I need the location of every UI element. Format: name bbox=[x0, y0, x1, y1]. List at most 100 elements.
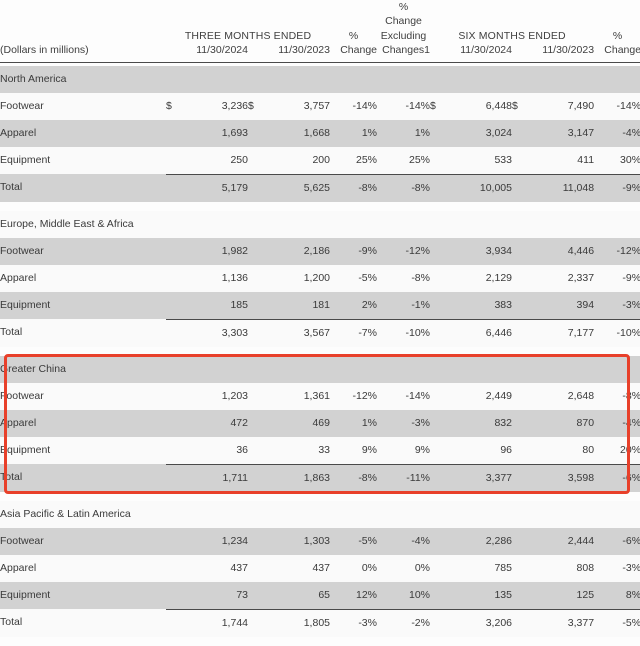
value-s-prior: 3,377 bbox=[534, 608, 595, 637]
pct-change-q: -14% bbox=[330, 92, 377, 120]
currency-symbol-s-current bbox=[430, 146, 452, 175]
currency-symbol-q-current bbox=[166, 554, 188, 582]
section-gap-cell bbox=[0, 201, 640, 211]
currency-symbol-s-prior bbox=[512, 608, 534, 637]
value-q-current: 36 bbox=[188, 436, 248, 465]
currency-symbol-s-prior bbox=[512, 581, 534, 610]
section-name: Greater China bbox=[0, 355, 640, 383]
value-q-prior: 65 bbox=[270, 581, 330, 610]
value-q-prior: 181 bbox=[270, 291, 330, 320]
product-label: Apparel bbox=[0, 264, 166, 292]
pct-change-q: 9% bbox=[330, 436, 377, 465]
value-s-prior: 808 bbox=[534, 554, 595, 582]
currency-symbol-q-current bbox=[166, 581, 188, 610]
section-gap-cell bbox=[0, 491, 640, 501]
currency-symbol-q-prior bbox=[248, 581, 270, 610]
header-pct-change-s-label: Change bbox=[594, 43, 640, 63]
hdr-s-pct-l1: % bbox=[612, 29, 623, 42]
value-s-current: 3,934 bbox=[452, 237, 512, 265]
pct-change-cc-q: -2% bbox=[377, 608, 430, 637]
pct-change-cc-q: 9% bbox=[377, 436, 430, 465]
currency-symbol-s-prior bbox=[512, 237, 534, 265]
product-label: Footwear bbox=[0, 237, 166, 265]
pct-change-s: -12% bbox=[594, 237, 640, 265]
value-q-prior: 33 bbox=[270, 436, 330, 465]
currency-symbol-s-prior bbox=[512, 173, 534, 202]
product-label: Apparel bbox=[0, 554, 166, 582]
currency-symbol-q-prior: $ bbox=[248, 92, 270, 120]
table-row: Footwear1,2341,303-5%-4%2,2862,444-6%-3% bbox=[0, 527, 640, 555]
pct-change-cc-q: -1% bbox=[377, 291, 430, 320]
section-header-row: Europe, Middle East & Africa bbox=[0, 210, 640, 238]
section-total-row: Total1,7441,805-3%-2%3,2063,377-5%-2% bbox=[0, 608, 640, 637]
currency-symbol-q-prior bbox=[248, 382, 270, 410]
units-note: (Dollars in millions) bbox=[0, 43, 166, 63]
pct-change-q: -8% bbox=[330, 173, 377, 202]
pct-change-cc-q: -8% bbox=[377, 264, 430, 292]
currency-symbol-s-prior bbox=[512, 409, 534, 437]
header-date-q-prior: 11/30/2023 bbox=[270, 43, 330, 63]
revenue-by-geography-table: THREE MONTHS ENDED % % Change Excluding … bbox=[0, 0, 640, 646]
section-gap-cell bbox=[0, 346, 640, 356]
currency-symbol-s-prior: $ bbox=[512, 92, 534, 120]
product-label: Footwear bbox=[0, 92, 166, 120]
pct-change-s: -10% bbox=[594, 318, 640, 347]
section-header-row: Asia Pacific & Latin America bbox=[0, 500, 640, 528]
currency-symbol-s-current bbox=[430, 527, 452, 555]
header-spacer-cur-q2 bbox=[248, 43, 270, 63]
hdr-q-pct-l1: % bbox=[348, 29, 359, 42]
table-row: Footwear $3,236 $3,757 -14% -14% $6,448 $7,490… bbox=[0, 92, 640, 120]
section-name: Asia Pacific & Latin America bbox=[0, 500, 640, 528]
value-s-current: 3,024 bbox=[452, 119, 512, 147]
table-row: Equipment36339%9%968020%21% bbox=[0, 436, 640, 465]
value-q-prior: 1,200 bbox=[270, 264, 330, 292]
pct-change-s: -3% bbox=[594, 554, 640, 582]
pct-change-cc-q: 25% bbox=[377, 146, 430, 175]
currency-symbol-s-current: $ bbox=[430, 92, 452, 120]
value-s-prior: 2,444 bbox=[534, 527, 595, 555]
table-row: Footwear1,2031,361-12%-14%2,4492,648-8%-… bbox=[0, 382, 640, 410]
value-s-current: 6,446 bbox=[452, 318, 512, 347]
pct-change-q: 1% bbox=[330, 409, 377, 437]
currency-symbol-q-current bbox=[166, 291, 188, 320]
value-s-current: 2,129 bbox=[452, 264, 512, 292]
currency-symbol-q-current bbox=[166, 409, 188, 437]
currency-symbol-q-prior bbox=[248, 173, 270, 202]
value-q-current: 185 bbox=[188, 291, 248, 320]
currency-symbol-q-current bbox=[166, 608, 188, 637]
currency-symbol-q-prior bbox=[248, 436, 270, 465]
value-q-prior: 1,863 bbox=[270, 463, 330, 492]
value-s-current: 2,449 bbox=[452, 382, 512, 410]
currency-symbol-s-current bbox=[430, 608, 452, 637]
pct-change-q: -8% bbox=[330, 463, 377, 492]
column-group-six-months: SIX MONTHS ENDED bbox=[430, 0, 595, 44]
currency-symbol-q-current: $ bbox=[166, 92, 188, 120]
section-gap bbox=[0, 201, 640, 211]
section-name: Europe, Middle East & Africa bbox=[0, 210, 640, 238]
pct-change-cc-q: -14% bbox=[377, 92, 430, 120]
currency-symbol-q-prior bbox=[248, 409, 270, 437]
header-pct-cc-q-label: Changes1 bbox=[377, 43, 430, 63]
value-s-prior: 11,048 bbox=[534, 173, 595, 202]
pct-change-cc-q: 10% bbox=[377, 581, 430, 610]
table-header: THREE MONTHS ENDED % % Change Excluding … bbox=[0, 0, 640, 66]
pct-change-s: -6% bbox=[594, 463, 640, 492]
currency-symbol-s-current bbox=[430, 119, 452, 147]
currency-symbol-q-current bbox=[166, 237, 188, 265]
table-body: North America Footwear $3,236 $3,757 -14% -14… bbox=[0, 65, 640, 646]
hdr-q-cc-l2: Change bbox=[385, 15, 422, 28]
section-header-row: North America bbox=[0, 65, 640, 93]
value-q-prior: 1,303 bbox=[270, 527, 330, 555]
pct-change-q: 0% bbox=[330, 554, 377, 582]
product-label: Equipment bbox=[0, 581, 166, 610]
total-label: Total bbox=[0, 319, 166, 347]
currency-symbol-s-current bbox=[430, 318, 452, 347]
value-q-prior: 3,567 bbox=[270, 318, 330, 347]
value-s-current: 3,377 bbox=[452, 463, 512, 492]
value-s-prior: 870 bbox=[534, 409, 595, 437]
value-s-prior: 3,147 bbox=[534, 119, 595, 147]
pct-change-cc-q: -8% bbox=[377, 173, 430, 202]
value-s-prior: 411 bbox=[534, 146, 595, 175]
currency-symbol-s-current bbox=[430, 264, 452, 292]
currency-symbol-s-prior bbox=[512, 146, 534, 175]
